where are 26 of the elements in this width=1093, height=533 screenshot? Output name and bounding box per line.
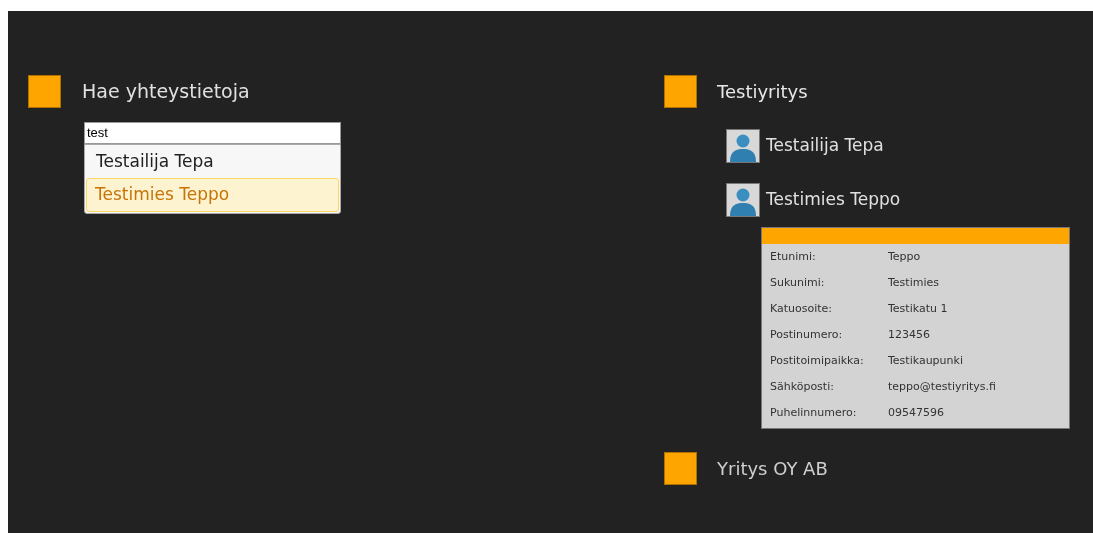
section-title: Hae yhteystietoja: [82, 79, 250, 105]
field-value: Teppo: [888, 248, 921, 265]
company-marker[interactable]: [664, 452, 697, 485]
field-label: Puhelinnumero:: [770, 404, 858, 421]
person-icon: [726, 183, 760, 217]
contact-name[interactable]: Testailija Tepa: [766, 133, 884, 159]
field-value: teppo@testiyritys.fi: [888, 378, 997, 395]
field-label: Katuosoite:: [770, 300, 834, 317]
field-label: Postinumero:: [770, 326, 844, 343]
company-marker[interactable]: [664, 75, 697, 108]
field-value: 09547596: [888, 404, 944, 421]
company-name[interactable]: Yritys OY AB: [717, 455, 828, 482]
search-field[interactable]: test: [84, 121, 341, 144]
field-value: Testikaupunki: [888, 352, 963, 369]
field-label: Sähköposti:: [770, 378, 835, 395]
company-name[interactable]: Testiyritys: [717, 78, 808, 105]
field-label: Postitoimipaikka:: [770, 352, 865, 369]
field-value: Testimies: [888, 274, 939, 291]
field-label: Sukunimi:: [770, 274, 826, 291]
person-icon: [726, 129, 760, 163]
section-marker[interactable]: [28, 75, 61, 108]
field-label: Etunimi:: [770, 248, 817, 265]
field-value: Testikatu 1: [888, 300, 948, 317]
contact-name[interactable]: Testimies Teppo: [766, 187, 901, 213]
field-value: 123456: [888, 326, 930, 343]
suggestion-item[interactable]: Testailija Tepa: [86, 146, 339, 178]
